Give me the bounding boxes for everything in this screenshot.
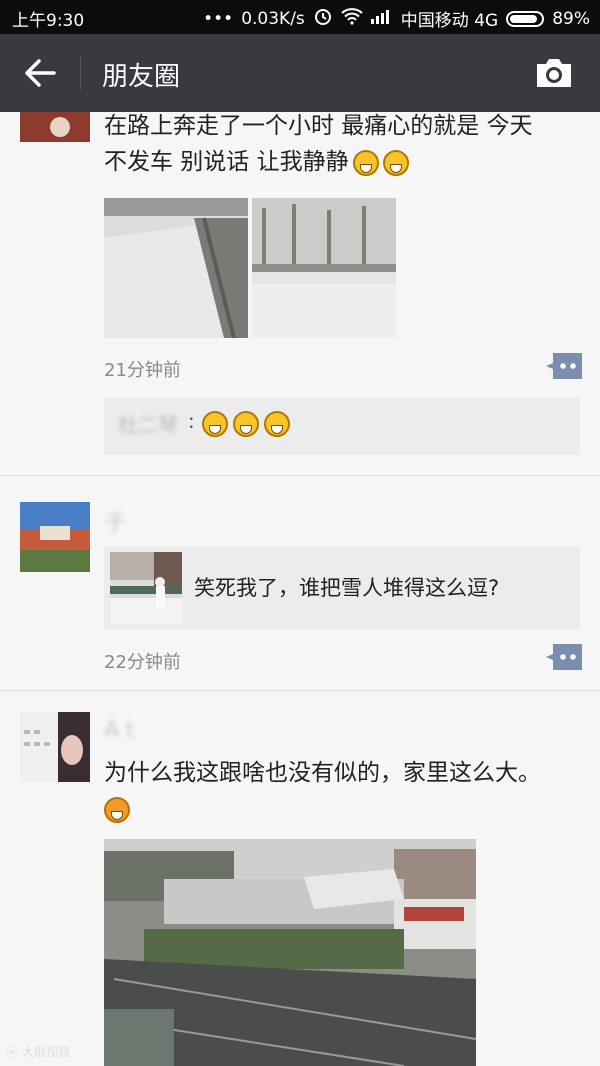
moments-feed[interactable]: 在路上奔走了一个小时 最痛心的就是 今天 不发车 别说话 让我静静 21分钟前 … (0, 112, 600, 1066)
back-button[interactable] (20, 54, 60, 92)
camera-button[interactable] (534, 56, 574, 90)
watermark-text: 大眼视频 (21, 1045, 70, 1059)
status-time: 上午9:30 (12, 11, 85, 31)
comment-separator: : (188, 409, 195, 433)
shared-thumbnail (110, 552, 182, 624)
status-bar: 上午9:30 ••• 0.03K/s 中国移动 4G 89% (0, 0, 600, 34)
post-text-line: 在路上奔走了一个小时 最痛心的就是 今天 (104, 113, 533, 139)
post: 于 笑死我了，谁把雪人堆得这么逗? 22分钟前 (0, 476, 600, 690)
comment-box: 杜二琴 : (104, 397, 580, 455)
post-text-line: 为什么我这跟啥也没有似的，家里这么大。 (104, 760, 541, 786)
battery-fill (510, 14, 538, 23)
grin-emoji-icon (233, 411, 260, 437)
avatar[interactable] (20, 112, 90, 142)
battery-percent: 89% (552, 8, 590, 29)
watermark: ⓦ 大眼视频 (6, 1043, 70, 1060)
grin-emoji-icon (202, 411, 228, 437)
avatar[interactable] (20, 712, 90, 782)
wifi-icon (341, 7, 363, 30)
comment-button[interactable] (546, 353, 582, 379)
post-photo[interactable] (103, 839, 477, 1066)
post: 在路上奔走了一个小时 最痛心的就是 今天 不发车 别说话 让我静静 21分钟前 … (0, 112, 600, 475)
nav-bar: 朋友圈 (0, 34, 600, 112)
nav-divider (80, 56, 81, 90)
author-name[interactable]: 于 (104, 506, 126, 538)
avatar[interactable] (20, 502, 90, 572)
commenter-name[interactable]: 杜二琴 (118, 409, 178, 438)
comment-button[interactable] (546, 644, 582, 670)
crying-emoji-icon (352, 149, 379, 176)
notification-dots: ••• (203, 8, 234, 29)
post-text-part: 不发车 别说话 让我静静 (104, 149, 349, 175)
status-right: ••• 0.03K/s 中国移动 4G 89% (203, 6, 590, 31)
comment-emojis (202, 411, 291, 437)
back-arrow-icon (25, 59, 56, 87)
post: A t 为什么我这跟啥也没有似的，家里这么大。 (0, 691, 600, 1066)
author-name[interactable]: A t (104, 718, 135, 743)
signal-icon (370, 8, 393, 29)
post-text: 在路上奔走了一个小时 最痛心的就是 今天 不发车 别说话 让我静静 (104, 112, 584, 180)
post-text: 为什么我这跟啥也没有似的，家里这么大。 (104, 755, 584, 827)
post-text-line: 不发车 别说话 让我静静 (104, 144, 584, 180)
crying-emoji-icon (382, 149, 409, 176)
post-photo[interactable] (104, 198, 248, 339)
camera-icon (537, 59, 571, 87)
page-title: 朋友圈 (102, 62, 181, 92)
post-time: 21分钟前 (104, 360, 181, 381)
net-speed: 0.03K/s (241, 8, 305, 29)
laugh-cry-emoji-icon (104, 796, 130, 823)
grin-emoji-icon (264, 411, 291, 437)
shared-title: 笑死我了，谁把雪人堆得这么逗? (194, 576, 500, 600)
comment-more-icon (546, 644, 582, 670)
post-photo[interactable] (252, 198, 396, 338)
alarm-icon (313, 6, 333, 31)
shared-link-card[interactable]: 笑死我了，谁把雪人堆得这么逗? (104, 546, 580, 630)
comment-more-icon (546, 353, 582, 379)
battery-icon (506, 10, 545, 27)
watermark-logo-icon: ⓦ (6, 1045, 19, 1059)
carrier: 中国移动 4G (400, 11, 499, 31)
post-time: 22分钟前 (104, 652, 181, 673)
post-text-line (104, 791, 584, 827)
